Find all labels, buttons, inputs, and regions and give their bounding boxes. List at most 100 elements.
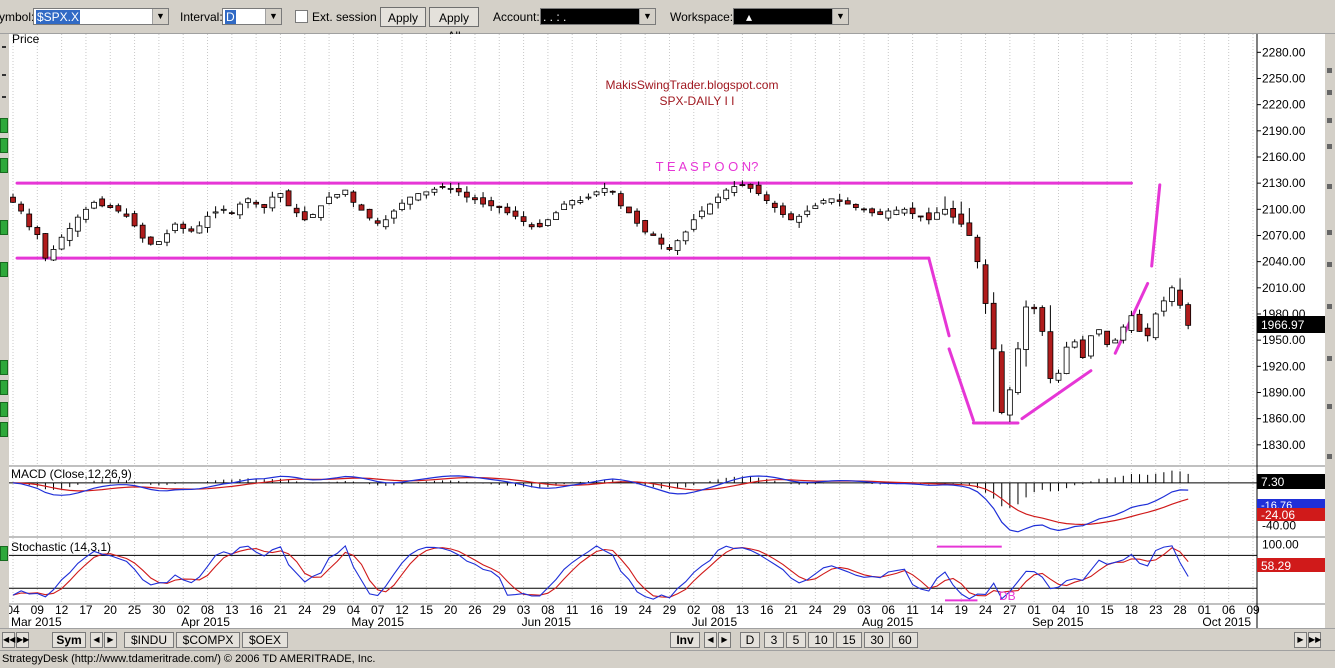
prev-interval-icon[interactable]: ◀ — [704, 632, 717, 648]
tool-button-icon[interactable] — [0, 138, 8, 153]
candle-body — [472, 197, 478, 201]
candle-body — [196, 225, 203, 234]
account-value: . . : . — [543, 10, 567, 24]
interval-tab-3[interactable]: 3 — [764, 632, 784, 648]
scroll-marker-icon[interactable] — [1327, 454, 1332, 459]
tool-button-icon[interactable] — [0, 380, 8, 395]
interval-dropdown[interactable]: D ▼ — [222, 8, 282, 25]
interval-tab-30[interactable]: 30 — [864, 632, 890, 648]
tool-button-icon[interactable] — [0, 360, 8, 375]
candle-body — [115, 205, 122, 212]
last-price-label: 1966.97 — [1261, 318, 1305, 332]
tool-button-icon[interactable] — [0, 422, 8, 437]
scroll-marker-icon[interactable] — [1327, 404, 1332, 409]
price-tick-label: 2040.00 — [1262, 255, 1306, 269]
x-month-label: Mar 2015 — [11, 615, 62, 628]
candle-body — [658, 237, 665, 245]
scroll-left-icon[interactable]: ◀◀ — [2, 632, 15, 648]
candle-body — [147, 236, 154, 245]
scroll-marker-icon[interactable] — [1327, 184, 1332, 189]
scroll-end-icon[interactable]: ▶▶ — [1308, 632, 1321, 648]
tool-button-icon[interactable] — [0, 262, 8, 277]
price-tick-label: 2070.00 — [1262, 228, 1306, 242]
candle-body — [74, 216, 81, 232]
scroll-marker-icon[interactable] — [1327, 90, 1332, 95]
scroll-marker-icon[interactable] — [1327, 144, 1332, 149]
candle-body — [869, 208, 875, 214]
scroll-marker-icon[interactable] — [1327, 304, 1332, 309]
chevron-down-icon[interactable]: ▼ — [639, 9, 655, 24]
interval-tab-60[interactable]: 60 — [892, 632, 918, 648]
x-month-label: Apr 2015 — [181, 615, 230, 628]
scroll-marker-icon[interactable] — [1327, 230, 1332, 235]
ext-session-checkbox[interactable] — [295, 10, 308, 23]
scroll-marker-icon[interactable] — [1327, 68, 1332, 73]
next-symbol-icon[interactable]: ▶ — [104, 632, 117, 648]
x-month-label: Aug 2015 — [862, 615, 914, 628]
workspace-dropdown[interactable]: ▴ ▼ — [733, 8, 849, 25]
scroll-right-icon[interactable]: ▶▶ — [16, 632, 29, 648]
candle-body — [1055, 372, 1062, 381]
candle-body — [26, 213, 33, 228]
apply-all-button[interactable]: Apply All — [429, 7, 479, 43]
macd-hist-label: 7.30 — [1261, 475, 1285, 489]
apply-button[interactable]: Apply — [380, 7, 426, 27]
account-dropdown[interactable]: . . : . ▼ — [540, 8, 656, 25]
chevron-down-icon[interactable]: ▼ — [152, 9, 168, 24]
zoom-in-icon[interactable]: ▶ — [1294, 632, 1307, 648]
tool-button-icon[interactable] — [0, 118, 8, 133]
symbol-tab-oex[interactable]: $OEX — [242, 632, 288, 648]
prev-symbol-icon[interactable]: ◀ — [90, 632, 103, 648]
tool-button-icon[interactable] — [0, 220, 8, 235]
symbol-dropdown[interactable]: $SPX.X ▼ — [33, 8, 169, 25]
tool-button-icon[interactable] — [0, 402, 8, 417]
tool-marker-icon[interactable] — [2, 96, 6, 98]
chevron-down-icon[interactable]: ▼ — [265, 9, 281, 24]
double-bottom-label: DB — [999, 589, 1016, 603]
candle-body — [366, 208, 373, 219]
candle-body — [528, 224, 535, 228]
candle-body — [1071, 341, 1078, 348]
candle-body — [301, 211, 308, 221]
price-tick-label: 2220.00 — [1262, 98, 1306, 112]
price-tick-label: 2130.00 — [1262, 176, 1306, 190]
symbol-tab-compx[interactable]: $COMPX — [176, 632, 240, 648]
x-tick-label: 13 — [736, 603, 750, 617]
tool-button-icon[interactable] — [0, 546, 8, 561]
tool-marker-icon[interactable] — [2, 46, 6, 48]
scroll-marker-icon[interactable] — [1327, 118, 1332, 123]
interval-tab-d[interactable]: D — [740, 632, 760, 648]
interval-tab-10[interactable]: 10 — [808, 632, 834, 648]
interval-value: D — [225, 10, 236, 24]
stochastic-panel-title: Stochastic (14,3,1) — [11, 540, 111, 554]
candle-body — [277, 193, 284, 198]
scroll-marker-icon[interactable] — [1327, 262, 1332, 267]
candle-body — [1006, 389, 1013, 416]
candle-body — [585, 196, 592, 199]
candle-body — [253, 201, 260, 205]
candle-body — [885, 210, 892, 219]
chart-background — [9, 34, 1325, 628]
candle-body — [593, 191, 600, 196]
candle-body — [1047, 331, 1054, 379]
candle-body — [771, 202, 778, 208]
interval-tab-15[interactable]: 15 — [836, 632, 862, 648]
candle-body — [391, 210, 397, 219]
symbol-tab-indu[interactable]: $INDU — [124, 632, 174, 648]
price-tick-label: 1860.00 — [1262, 412, 1306, 426]
next-interval-icon[interactable]: ▶ — [718, 632, 731, 648]
sym-button[interactable]: Sym — [52, 632, 86, 648]
interval-tab-5[interactable]: 5 — [786, 632, 806, 648]
tool-button-icon[interactable] — [0, 158, 8, 173]
candle-body — [601, 187, 608, 193]
scroll-marker-icon[interactable] — [1327, 356, 1332, 361]
price-tick-label: 1950.00 — [1262, 333, 1306, 347]
watermark-site: MakisSwingTrader.blogspot.com — [606, 78, 779, 92]
candle-body — [131, 213, 138, 227]
inv-button[interactable]: Inv — [670, 632, 700, 648]
right-scroll-strip[interactable] — [1325, 34, 1335, 628]
tool-marker-icon[interactable] — [2, 74, 6, 76]
chevron-down-icon[interactable]: ▼ — [832, 9, 848, 24]
candle-body — [228, 212, 235, 215]
candle-body — [447, 187, 454, 190]
